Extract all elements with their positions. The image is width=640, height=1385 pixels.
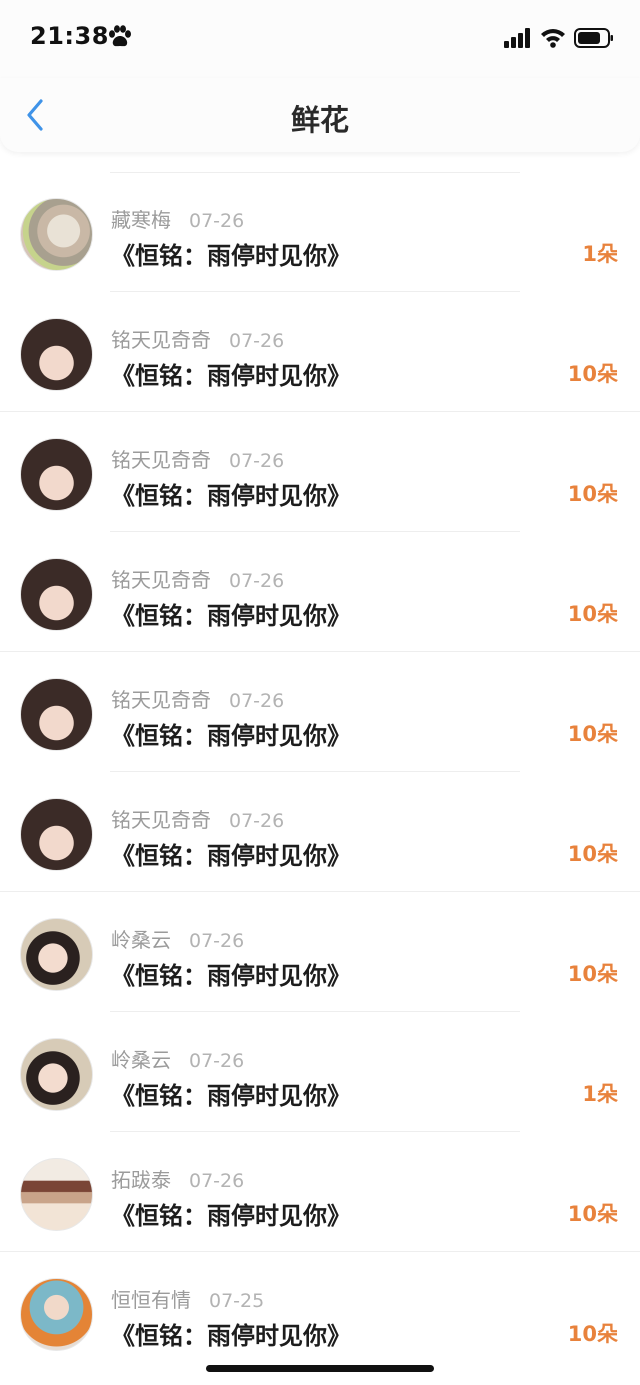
- flower-count: 10朵: [567, 482, 618, 506]
- user-name: 铭天见奇奇: [111, 568, 211, 592]
- list-item-meta: 铭天见奇奇 07-26: [111, 324, 284, 353]
- avatar[interactable]: [20, 558, 93, 631]
- flower-count: 10朵: [567, 602, 618, 626]
- flower-count: 10朵: [567, 1202, 618, 1226]
- avatar[interactable]: [20, 1038, 93, 1111]
- item-date: 07-26: [189, 930, 245, 952]
- status-bar: 21:38: [0, 0, 640, 78]
- book-title: 《恒铭：雨停时见你》: [111, 722, 351, 750]
- list-item-meta: 铭天见奇奇 07-26: [111, 444, 284, 473]
- list-item-meta: 岭桑云 07-26: [111, 1044, 244, 1073]
- book-title: 《恒铭：雨停时见你》: [111, 1202, 351, 1230]
- list-item-meta: 拓跋泰 07-26: [111, 1164, 244, 1193]
- page-title: 鲜花: [290, 103, 349, 137]
- book-title: 《恒铭：雨停时见你》: [111, 482, 351, 510]
- battery-icon: [574, 28, 613, 48]
- user-name: 铭天见奇奇: [111, 808, 211, 832]
- list-item-meta: 铭天见奇奇 07-26: [111, 564, 284, 593]
- avatar[interactable]: [20, 918, 93, 991]
- flowers-screen: 21:38 鲜花 藏寒梅 07-26 《恒铭：雨停时见你》 1朵 铭天见奇奇 0…: [0, 0, 640, 1385]
- user-name: 铭天见奇奇: [111, 688, 211, 712]
- item-date: 07-26: [189, 210, 245, 232]
- list-item[interactable]: 铭天见奇奇 07-26 《恒铭：雨停时见你》 10朵: [0, 652, 640, 772]
- list-item[interactable]: 铭天见奇奇 07-26 《恒铭：雨停时见你》 10朵: [0, 772, 640, 892]
- item-date: 07-26: [229, 450, 285, 472]
- item-date: 07-25: [209, 1290, 265, 1312]
- list-item[interactable]: 恒恒有情 07-25 《恒铭：雨停时见你》 10朵: [0, 1252, 640, 1372]
- list-item[interactable]: 铭天见奇奇 07-26 《恒铭：雨停时见你》 10朵: [0, 292, 640, 412]
- flower-count: 1朵: [582, 1082, 618, 1106]
- book-title: 《恒铭：雨停时见你》: [111, 842, 351, 870]
- status-time: 21:38: [30, 22, 109, 50]
- user-name: 藏寒梅: [111, 208, 171, 232]
- user-name: 恒恒有情: [111, 1288, 191, 1312]
- list-item[interactable]: 铭天见奇奇 07-26 《恒铭：雨停时见你》 10朵: [0, 532, 640, 652]
- item-date: 07-26: [189, 1170, 245, 1192]
- list-item-meta: 铭天见奇奇 07-26: [111, 684, 284, 713]
- user-name: 岭桑云: [111, 1048, 171, 1072]
- user-name: 铭天见奇奇: [111, 328, 211, 352]
- user-name: 岭桑云: [111, 928, 171, 952]
- home-indicator[interactable]: [206, 1365, 434, 1372]
- item-date: 07-26: [229, 690, 285, 712]
- list-item-meta: 铭天见奇奇 07-26: [111, 804, 284, 833]
- book-title: 《恒铭：雨停时见你》: [111, 242, 351, 270]
- avatar[interactable]: [20, 678, 93, 751]
- avatar[interactable]: [20, 318, 93, 391]
- item-date: 07-26: [229, 810, 285, 832]
- signal-icon: [504, 28, 530, 48]
- item-date: 07-26: [189, 1050, 245, 1072]
- nav-bar: 鲜花: [0, 78, 640, 152]
- book-title: 《恒铭：雨停时见你》: [111, 602, 351, 630]
- item-date: 07-26: [229, 330, 285, 352]
- list-item-meta: 岭桑云 07-26: [111, 924, 244, 953]
- list-item[interactable]: 岭桑云 07-26 《恒铭：雨停时见你》 1朵: [0, 1012, 640, 1132]
- list-item[interactable]: 铭天见奇奇 07-26 《恒铭：雨停时见你》 10朵: [0, 412, 640, 532]
- avatar[interactable]: [20, 1158, 93, 1231]
- list-item-meta: 恒恒有情 07-25: [111, 1284, 264, 1313]
- avatar[interactable]: [20, 198, 93, 271]
- list-item[interactable]: 藏寒梅 07-26 《恒铭：雨停时见你》 1朵: [0, 172, 640, 292]
- list-item[interactable]: 岭桑云 07-26 《恒铭：雨停时见你》 10朵: [0, 892, 640, 1012]
- avatar[interactable]: [20, 1278, 93, 1351]
- avatar[interactable]: [20, 438, 93, 511]
- list-item[interactable]: 拓跋泰 07-26 《恒铭：雨停时见你》 10朵: [0, 1132, 640, 1252]
- user-name: 铭天见奇奇: [111, 448, 211, 472]
- avatar[interactable]: [20, 798, 93, 871]
- flower-count: 1朵: [582, 242, 618, 266]
- book-title: 《恒铭：雨停时见你》: [111, 362, 351, 390]
- book-title: 《恒铭：雨停时见你》: [111, 1322, 351, 1350]
- flower-count: 10朵: [567, 722, 618, 746]
- item-date: 07-26: [229, 570, 285, 592]
- flower-count: 10朵: [567, 962, 618, 986]
- wifi-icon: [541, 29, 565, 48]
- list-item-meta: 藏寒梅 07-26: [111, 204, 244, 233]
- paw-icon: [109, 25, 131, 47]
- book-title: 《恒铭：雨停时见你》: [111, 962, 351, 990]
- user-name: 拓跋泰: [111, 1168, 171, 1192]
- flower-count: 10朵: [567, 1322, 618, 1346]
- book-title: 《恒铭：雨停时见你》: [111, 1082, 351, 1110]
- flower-count: 10朵: [567, 842, 618, 866]
- flower-count: 10朵: [567, 362, 618, 386]
- flower-list: 藏寒梅 07-26 《恒铭：雨停时见你》 1朵 铭天见奇奇 07-26 《恒铭：雨停…: [0, 172, 640, 1372]
